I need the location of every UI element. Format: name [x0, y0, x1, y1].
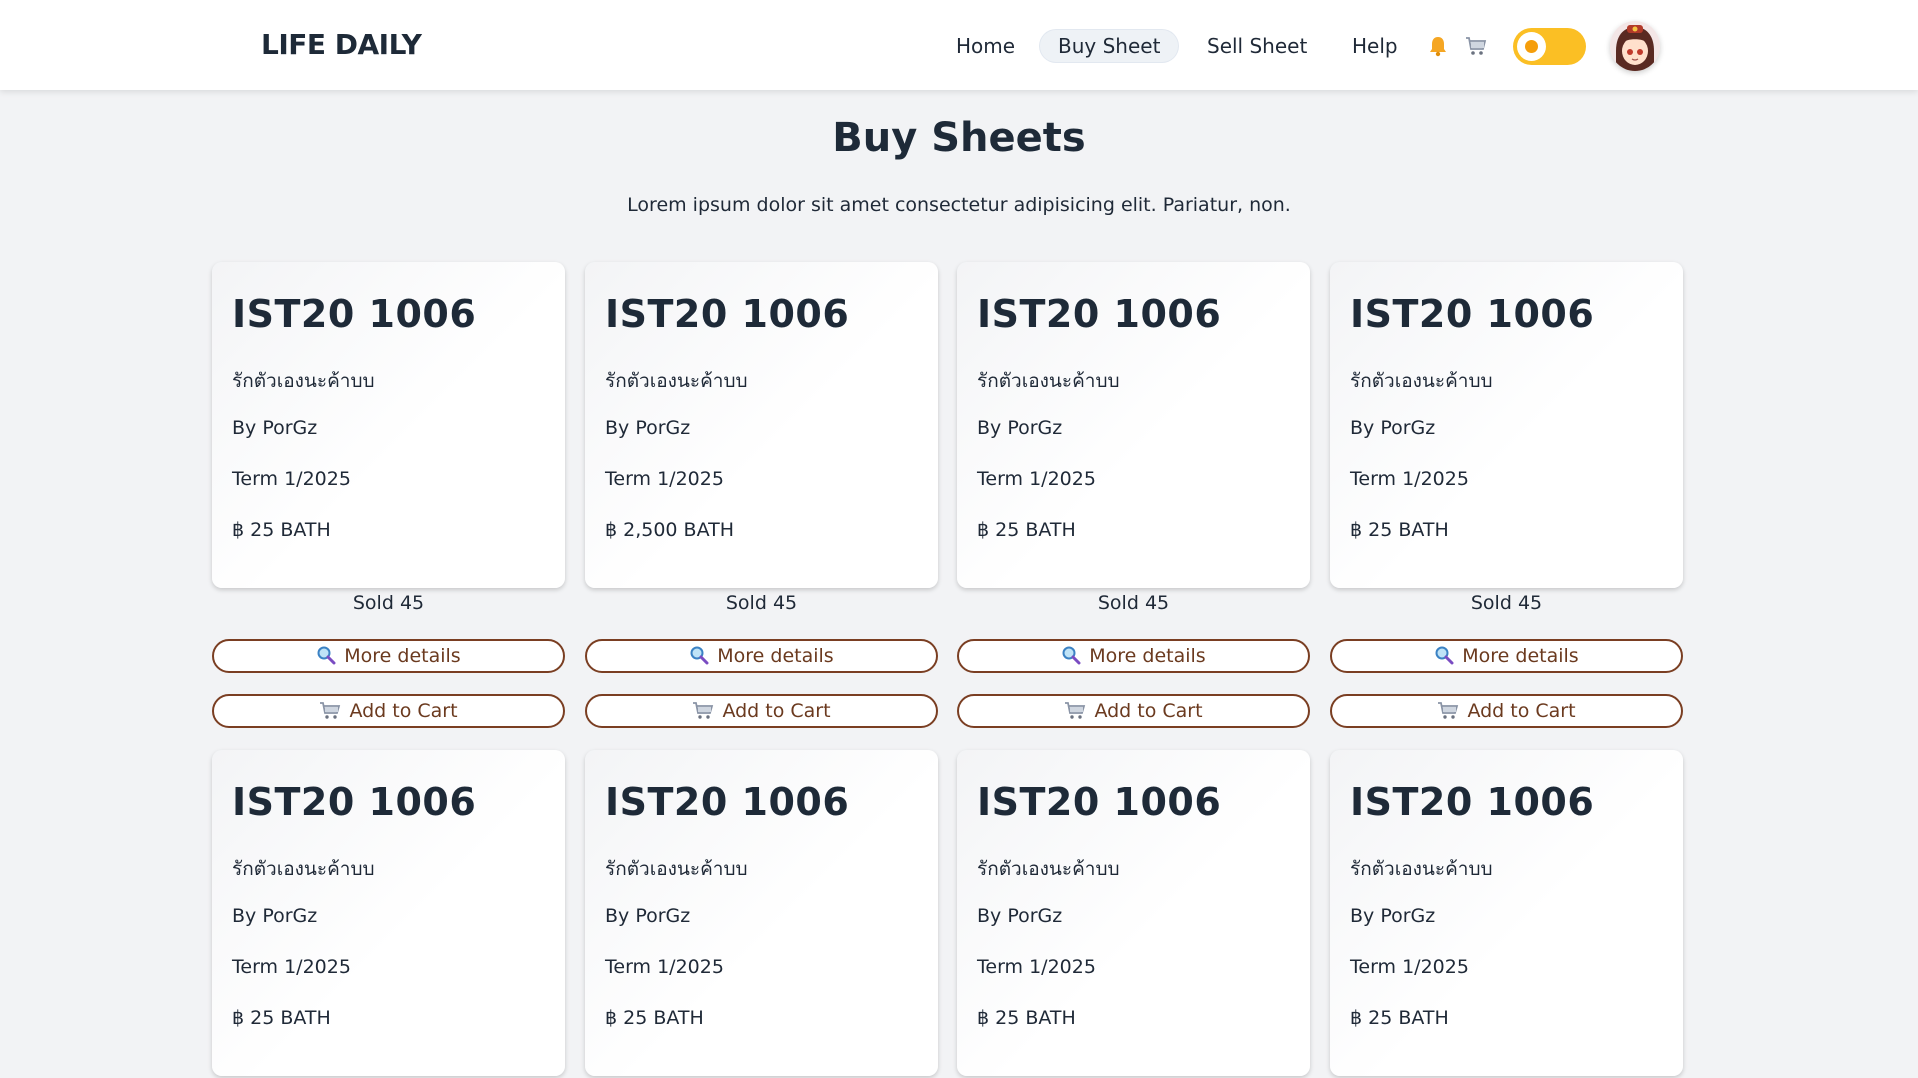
- card-code: IST20 1006: [1350, 292, 1595, 336]
- card-author: By PorGz: [232, 905, 318, 927]
- card-name: รักตัวเองนะค้าบบ: [232, 370, 375, 392]
- card-name: รักตัวเองนะค้าบบ: [977, 858, 1120, 880]
- sold-count: Sold 45: [725, 592, 798, 614]
- sold-count: Sold 45: [1470, 592, 1543, 614]
- card-author: By PorGz: [977, 905, 1063, 927]
- card-name: รักตัวเองนะค้าบบ: [605, 370, 748, 392]
- card-code: IST20 1006: [977, 780, 1222, 824]
- magnifier-icon: [689, 644, 709, 674]
- cart-icon: [692, 699, 714, 729]
- sold-count: Sold 45: [352, 592, 425, 614]
- card-price: ฿ 25 BATH: [605, 1007, 704, 1029]
- card-price: ฿ 25 BATH: [1350, 1007, 1449, 1029]
- page-title: Buy Sheets: [832, 115, 1086, 161]
- card-code: IST20 1006: [232, 292, 477, 336]
- card-code: IST20 1006: [977, 292, 1222, 336]
- cart-icon: [319, 699, 341, 729]
- more-details-label: More details: [717, 645, 834, 667]
- card-name: รักตัวเองนะค้าบบ: [605, 858, 748, 880]
- card-author: By PorGz: [605, 417, 691, 439]
- add-to-cart-label: Add to Cart: [1094, 700, 1203, 722]
- toggle-knob: [1517, 32, 1546, 61]
- sheet-card[interactable]: IST20 1006 รักตัวเองนะค้าบบ By PorGz Ter…: [957, 262, 1310, 588]
- nav-help[interactable]: Help: [1352, 30, 1398, 62]
- card-term: Term 1/2025: [605, 956, 724, 978]
- magnifier-icon: [1434, 644, 1454, 674]
- card-term: Term 1/2025: [977, 956, 1096, 978]
- add-to-cart-button[interactable]: Add to Cart: [957, 694, 1310, 728]
- card-price: ฿ 25 BATH: [232, 1007, 331, 1029]
- card-author: By PorGz: [232, 417, 318, 439]
- more-details-button[interactable]: More details: [957, 639, 1310, 673]
- card-code: IST20 1006: [605, 780, 850, 824]
- card-name: รักตัวเองนะค้าบบ: [1350, 370, 1493, 392]
- card-price: ฿ 25 BATH: [977, 519, 1076, 541]
- more-details-label: More details: [1089, 645, 1206, 667]
- card-price: ฿ 2,500 BATH: [605, 519, 735, 541]
- sheet-card[interactable]: IST20 1006 รักตัวเองนะค้าบบ By PorGz Ter…: [957, 750, 1310, 1076]
- card-code: IST20 1006: [605, 292, 850, 336]
- card-code: IST20 1006: [1350, 780, 1595, 824]
- card-author: By PorGz: [605, 905, 691, 927]
- avatar[interactable]: [1610, 21, 1660, 71]
- card-term: Term 1/2025: [232, 956, 351, 978]
- page-subtitle: Lorem ipsum dolor sit amet consectetur a…: [627, 194, 1291, 216]
- card-author: By PorGz: [977, 417, 1063, 439]
- add-to-cart-button[interactable]: Add to Cart: [585, 694, 938, 728]
- magnifier-icon: [316, 644, 336, 674]
- card-code: IST20 1006: [232, 780, 477, 824]
- card-author: By PorGz: [1350, 905, 1436, 927]
- card-term: Term 1/2025: [605, 468, 724, 490]
- cart-icon: [1437, 699, 1459, 729]
- add-to-cart-label: Add to Cart: [722, 700, 831, 722]
- card-price: ฿ 25 BATH: [977, 1007, 1076, 1029]
- cart-icon[interactable]: [1464, 34, 1488, 58]
- more-details-button[interactable]: More details: [212, 639, 565, 673]
- more-details-label: More details: [344, 645, 461, 667]
- sheet-card[interactable]: IST20 1006 รักตัวเองนะค้าบบ By PorGz Ter…: [212, 262, 565, 588]
- magnifier-icon: [1061, 644, 1081, 674]
- brand-logo[interactable]: LIFE DAILY: [261, 28, 422, 61]
- card-price: ฿ 25 BATH: [1350, 519, 1449, 541]
- card-term: Term 1/2025: [977, 468, 1096, 490]
- sheet-card[interactable]: IST20 1006 รักตัวเองนะค้าบบ By PorGz Ter…: [585, 750, 938, 1076]
- nav-home[interactable]: Home: [956, 30, 1015, 62]
- card-name: รักตัวเองนะค้าบบ: [1350, 858, 1493, 880]
- more-details-label: More details: [1462, 645, 1579, 667]
- cart-icon: [1064, 699, 1086, 729]
- navbar: LIFE DAILY Home Buy Sheet Sell Sheet Hel…: [0, 0, 1918, 90]
- card-term: Term 1/2025: [1350, 956, 1469, 978]
- card-term: Term 1/2025: [1350, 468, 1469, 490]
- sheet-card[interactable]: IST20 1006 รักตัวเองนะค้าบบ By PorGz Ter…: [1330, 262, 1683, 588]
- sheet-card[interactable]: IST20 1006 รักตัวเองนะค้าบบ By PorGz Ter…: [585, 262, 938, 588]
- sheet-card[interactable]: IST20 1006 รักตัวเองนะค้าบบ By PorGz Ter…: [212, 750, 565, 1076]
- sheet-card[interactable]: IST20 1006 รักตัวเองนะค้าบบ By PorGz Ter…: [1330, 750, 1683, 1076]
- add-to-cart-button[interactable]: Add to Cart: [212, 694, 565, 728]
- more-details-button[interactable]: More details: [585, 639, 938, 673]
- card-price: ฿ 25 BATH: [232, 519, 331, 541]
- card-term: Term 1/2025: [232, 468, 351, 490]
- more-details-button[interactable]: More details: [1330, 639, 1683, 673]
- card-author: By PorGz: [1350, 417, 1436, 439]
- theme-toggle[interactable]: [1513, 28, 1586, 65]
- sold-count: Sold 45: [1097, 592, 1170, 614]
- add-to-cart-label: Add to Cart: [349, 700, 458, 722]
- card-name: รักตัวเองนะค้าบบ: [977, 370, 1120, 392]
- add-to-cart-label: Add to Cart: [1467, 700, 1576, 722]
- bell-icon[interactable]: [1426, 34, 1450, 58]
- add-to-cart-button[interactable]: Add to Cart: [1330, 694, 1683, 728]
- nav-buy-sheet[interactable]: Buy Sheet: [1040, 30, 1179, 62]
- card-name: รักตัวเองนะค้าบบ: [232, 858, 375, 880]
- nav-sell-sheet[interactable]: Sell Sheet: [1207, 30, 1307, 62]
